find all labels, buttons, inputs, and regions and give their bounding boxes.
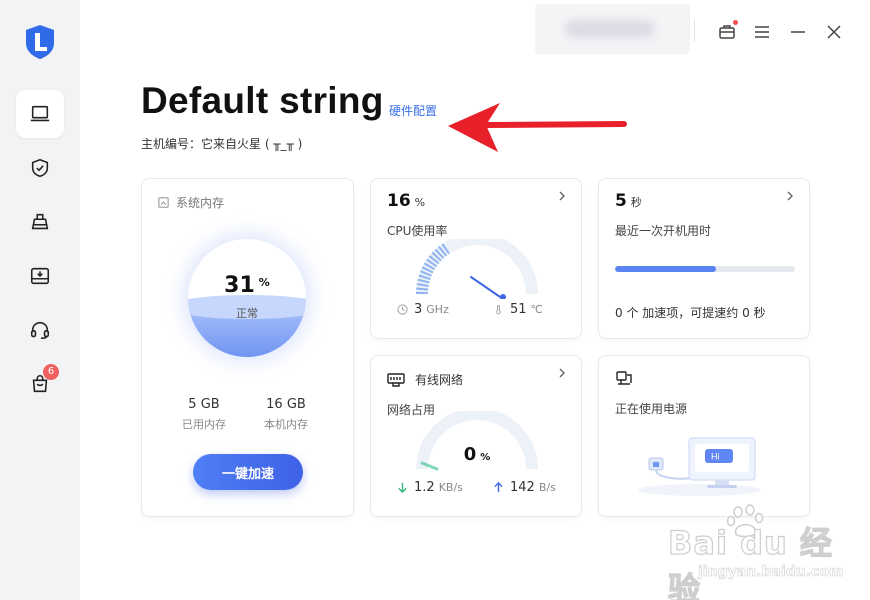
thermometer-icon <box>496 305 501 315</box>
computer-icon <box>30 105 50 122</box>
cpu-gauge <box>416 239 538 299</box>
total-memory-stat: 16 GB 本机内存 <box>264 397 308 432</box>
arrow-down-icon <box>398 482 407 493</box>
boot-progress-bar <box>615 266 795 272</box>
chevron-right-icon[interactable] <box>557 191 567 201</box>
cpu-frequency: 3 GHz <box>397 302 449 317</box>
sidebar: 6 <box>0 0 80 600</box>
notification-dot <box>733 20 738 25</box>
minimize-icon <box>791 31 805 33</box>
chevron-right-icon[interactable] <box>557 368 567 378</box>
close-button[interactable] <box>824 22 844 42</box>
user-account-area[interactable] <box>535 4 690 54</box>
chevron-right-icon[interactable] <box>785 191 795 201</box>
memory-card-header: 系统内存 <box>157 194 224 211</box>
boot-progress-fill <box>615 266 716 272</box>
close-icon <box>827 25 841 39</box>
network-percent: 0% <box>463 444 491 465</box>
app-logo-icon <box>26 25 54 59</box>
sidebar-item-security[interactable] <box>16 144 64 192</box>
memory-card: 系统内存 31% 正常 5 GB 已用内存 16 GB 本机内存 一键加速 <box>141 178 354 517</box>
upload-speed: 142 B/s <box>493 480 556 495</box>
hardware-config-link[interactable]: 硬件配置 <box>389 102 437 119</box>
headset-icon <box>30 321 50 340</box>
power-card: 正在使用电源 Hi <box>598 355 810 517</box>
gift-button[interactable] <box>717 20 738 42</box>
used-memory-stat: 5 GB 已用内存 <box>182 397 226 432</box>
shield-check-icon <box>31 158 49 178</box>
download-speed: 1.2 KB/s <box>397 480 463 495</box>
sidebar-item-support[interactable] <box>16 306 64 354</box>
desktop-power-icon <box>616 371 632 385</box>
network-card[interactable]: 有线网络 网络占用 0% 1.2 KB/s 142 B/s <box>370 355 582 517</box>
hamburger-menu-icon <box>755 26 769 38</box>
used-memory-label: 已用内存 <box>182 418 226 431</box>
memory-card-title: 系统内存 <box>176 196 225 210</box>
cpu-temperature: 51 ℃ <box>493 302 543 317</box>
sidebar-item-store[interactable]: 6 <box>16 360 64 408</box>
broom-icon <box>31 213 49 230</box>
power-illustration: Hi <box>639 437 761 496</box>
gift-icon <box>719 25 735 39</box>
boot-time-card[interactable]: 5秒 最近一次开机用时 0 个 加速项，可提速约 0 秒 <box>598 178 810 339</box>
clock-icon <box>397 304 408 315</box>
power-status-label: 正在使用电源 <box>615 402 688 416</box>
boot-seconds: 5秒 <box>615 191 642 211</box>
watermark-url: jingyan.baidu.com <box>698 564 844 581</box>
minimize-button[interactable] <box>788 22 808 42</box>
network-card-header: 有线网络 <box>387 371 463 388</box>
sidebar-item-computer[interactable] <box>16 90 64 138</box>
drive-download-icon <box>30 267 50 285</box>
memory-usage-gauge: 31% 正常 <box>188 239 306 357</box>
device-name-title: Default string <box>141 80 384 121</box>
screen-greeting: Hi <box>711 452 720 462</box>
cpu-usage-label: CPU使用率 <box>387 224 448 238</box>
sidebar-item-cleanup[interactable] <box>16 198 64 246</box>
cpu-card[interactable]: 16% CPU使用率 3 GHz 51 ℃ <box>370 178 582 339</box>
annotation-arrow <box>448 103 627 152</box>
memory-chip-icon <box>158 197 169 208</box>
memory-status: 正常 <box>236 307 258 320</box>
ethernet-icon <box>387 372 405 387</box>
one-click-boost-button[interactable]: 一键加速 <box>193 454 303 490</box>
baidu-jingyan-watermark: Bai du 经验 jingyan.baidu.com <box>667 504 858 600</box>
notification-badge: 6 <box>43 364 59 380</box>
watermark-brand: Bai du 经验 <box>667 523 833 600</box>
boot-time-label: 最近一次开机用时 <box>615 224 712 238</box>
title-bar <box>80 0 870 64</box>
arrow-up-icon <box>494 482 503 493</box>
title-bar-divider <box>694 20 695 42</box>
memory-percent: 31% <box>224 273 270 298</box>
host-id-text: 主机编号：它来自火星 ( ╥_╥ ) <box>141 137 303 151</box>
boot-boost-tip: 0 个 加速项，可提速约 0 秒 <box>615 306 766 320</box>
total-memory-label: 本机内存 <box>264 418 308 431</box>
used-memory-value: 5 GB <box>188 397 220 412</box>
menu-button[interactable] <box>752 22 772 42</box>
cpu-percent: 16% <box>387 191 426 211</box>
total-memory-value: 16 GB <box>266 397 306 412</box>
sidebar-item-drivers[interactable] <box>16 252 64 300</box>
